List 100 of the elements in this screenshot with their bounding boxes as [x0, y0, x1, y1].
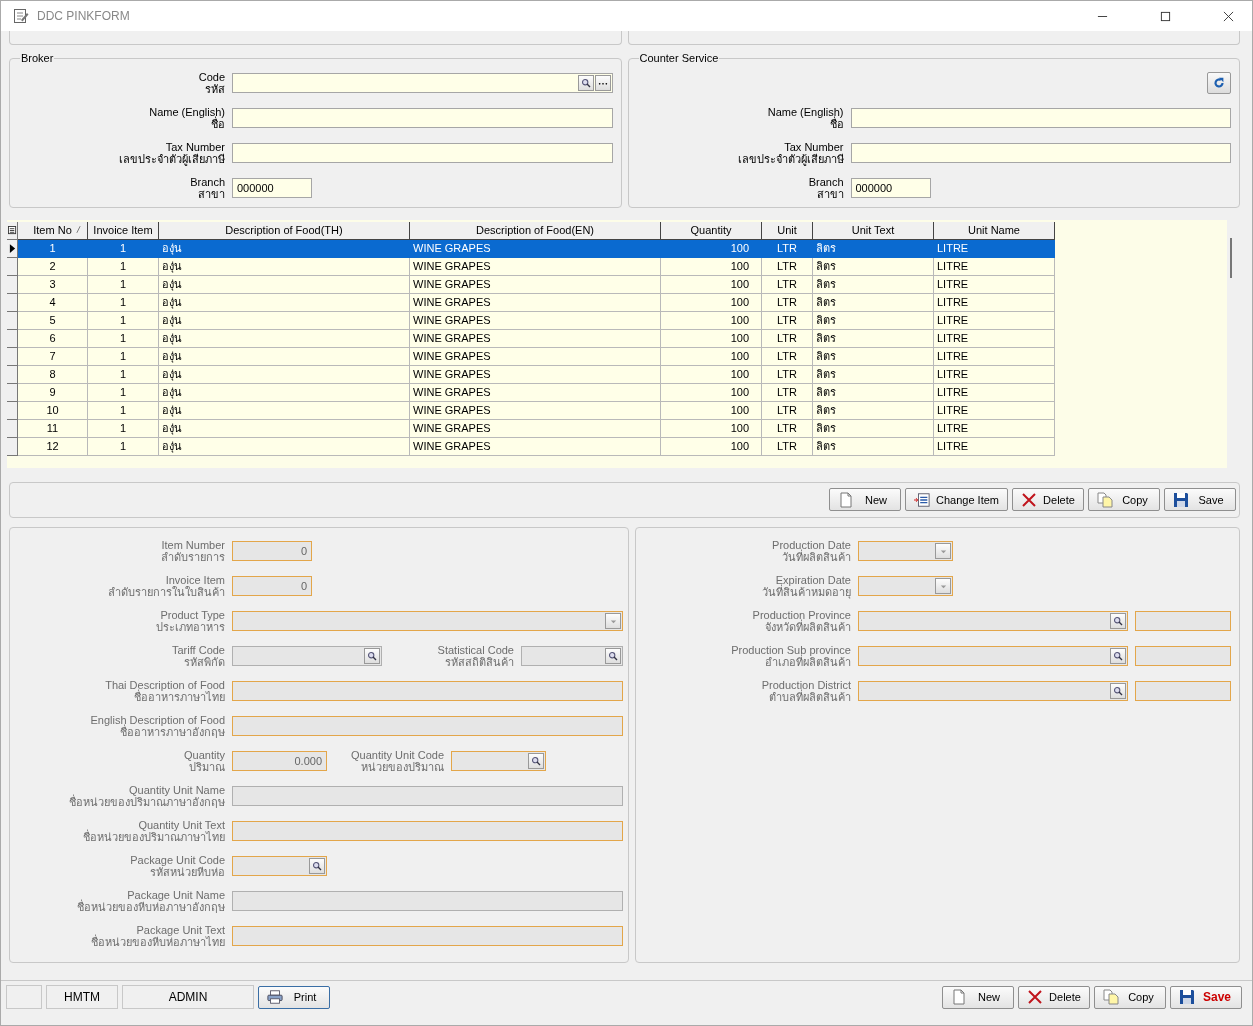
- input-field[interactable]: [1135, 681, 1231, 701]
- table-row[interactable]: 5 1 องุ่น WINE GRAPES 100 LTR ลิตร LITRE: [7, 312, 1227, 330]
- table-cell: ลิตร: [813, 402, 934, 420]
- row-header[interactable]: [7, 240, 18, 258]
- refresh-button[interactable]: [1207, 72, 1231, 94]
- table-cell: 100: [661, 276, 762, 294]
- input-field[interactable]: [1135, 646, 1231, 666]
- lookup-field[interactable]: [858, 611, 1128, 631]
- field-label: Name (English) ชื่อ: [766, 106, 844, 130]
- dropdown-field[interactable]: [232, 611, 623, 631]
- input-field[interactable]: [850, 108, 1231, 128]
- input-field[interactable]: 0.000: [232, 751, 327, 771]
- dropdown-button[interactable]: [605, 613, 621, 629]
- toolbar-button[interactable]: Delete: [1012, 488, 1084, 511]
- input-field[interactable]: [232, 926, 623, 946]
- toolbar-button[interactable]: New: [829, 488, 901, 511]
- column-header[interactable]: Item No: [18, 222, 88, 240]
- toolbar-button[interactable]: Delete: [1018, 985, 1090, 1009]
- table-row[interactable]: 2 1 องุ่น WINE GRAPES 100 LTR ลิตร LITRE: [7, 258, 1227, 276]
- table-row[interactable]: 9 1 องุ่น WINE GRAPES 100 LTR ลิตร LITRE: [7, 384, 1227, 402]
- column-header[interactable]: Description of Food(EN): [410, 222, 661, 240]
- field-label: Item Number ลำดับรายการ: [160, 539, 225, 563]
- table-cell: WINE GRAPES: [410, 294, 661, 312]
- column-header[interactable]: Invoice Item: [88, 222, 159, 240]
- input-field[interactable]: 000000: [232, 178, 312, 198]
- column-header[interactable]: Unit Text: [813, 222, 934, 240]
- toolbar-button[interactable]: Copy: [1094, 985, 1166, 1009]
- input-field[interactable]: 0: [232, 576, 312, 596]
- table-cell: องุ่น: [159, 402, 410, 420]
- lookup-field[interactable]: [232, 856, 327, 876]
- column-header[interactable]: Unit: [762, 222, 813, 240]
- table-cell: 10: [18, 402, 88, 420]
- search-button[interactable]: [1110, 683, 1126, 699]
- table-cell: ลิตร: [813, 438, 934, 456]
- dropdown-button[interactable]: [935, 543, 951, 559]
- search-button[interactable]: [309, 858, 325, 874]
- input-field[interactable]: [232, 786, 623, 806]
- dropdown-button[interactable]: [935, 578, 951, 594]
- grid-menu-icon[interactable]: [7, 226, 17, 235]
- close-icon[interactable]: [1223, 10, 1234, 22]
- status-cell: HMTM: [46, 985, 118, 1009]
- input-field[interactable]: 000000: [850, 178, 931, 198]
- table-row[interactable]: 12 1 องุ่น WINE GRAPES 100 LTR ลิตร LITRE: [7, 438, 1227, 456]
- lookup-field[interactable]: [858, 646, 1128, 666]
- table-row[interactable]: 7 1 องุ่น WINE GRAPES 100 LTR ลิตร LITRE: [7, 348, 1227, 366]
- print-button[interactable]: Print: [258, 985, 330, 1009]
- input-field[interactable]: [232, 143, 613, 163]
- column-header[interactable]: Quantity: [661, 222, 762, 240]
- search-button[interactable]: [577, 75, 594, 91]
- search-button[interactable]: [1110, 613, 1126, 629]
- column-header[interactable]: Description of Food(TH): [159, 222, 410, 240]
- table-cell: 2: [18, 258, 88, 276]
- search-button[interactable]: [528, 753, 544, 769]
- input-field[interactable]: [1135, 611, 1231, 631]
- more-button[interactable]: [594, 75, 611, 91]
- table-row[interactable]: 4 1 องุ่น WINE GRAPES 100 LTR ลิตร LITRE: [7, 294, 1227, 312]
- table-cell: ลิตร: [813, 366, 934, 384]
- table-cell: องุ่น: [159, 240, 410, 258]
- toolbar-button[interactable]: Copy: [1088, 488, 1160, 511]
- input-field[interactable]: [850, 143, 1231, 163]
- table-row[interactable]: 3 1 องุ่น WINE GRAPES 100 LTR ลิตร LITRE: [7, 276, 1227, 294]
- input-field[interactable]: [232, 891, 623, 911]
- table-row[interactable]: 8 1 องุ่น WINE GRAPES 100 LTR ลิตร LITRE: [7, 366, 1227, 384]
- maximize-icon[interactable]: [1160, 10, 1171, 22]
- lookup-field[interactable]: [232, 73, 613, 93]
- lookup-field[interactable]: [521, 646, 623, 666]
- scroll-thumb[interactable]: [1230, 238, 1232, 278]
- column-header[interactable]: Unit Name: [934, 222, 1055, 240]
- table-cell: องุ่น: [159, 348, 410, 366]
- input-field[interactable]: [232, 681, 623, 701]
- table-row[interactable]: 10 1 องุ่น WINE GRAPES 100 LTR ลิตร LITRE: [7, 402, 1227, 420]
- table-cell: 100: [661, 366, 762, 384]
- toolbar-button[interactable]: New: [942, 985, 1014, 1009]
- toolbar-button[interactable]: Save: [1170, 985, 1242, 1009]
- table-row[interactable]: 6 1 องุ่น WINE GRAPES 100 LTR ลิตร LITRE: [7, 330, 1227, 348]
- lookup-field[interactable]: [232, 646, 382, 666]
- dropdown-field[interactable]: [858, 541, 953, 561]
- table-cell: ลิตร: [813, 348, 934, 366]
- input-field[interactable]: [232, 108, 613, 128]
- table-cell: ลิตร: [813, 420, 934, 438]
- field-label: Package Unit Code รหัสหน่วยหีบห่อ: [129, 854, 225, 878]
- table-row[interactable]: 11 1 องุ่น WINE GRAPES 100 LTR ลิตร LITRE: [7, 420, 1227, 438]
- toolbar-button[interactable]: Save: [1164, 488, 1236, 511]
- input-field[interactable]: [232, 821, 623, 841]
- lookup-field[interactable]: [858, 681, 1128, 701]
- search-button[interactable]: [605, 648, 621, 664]
- input-field[interactable]: 0: [232, 541, 312, 561]
- search-button[interactable]: [1110, 648, 1126, 664]
- current-row-icon: [8, 243, 16, 254]
- search-button[interactable]: [364, 648, 380, 664]
- table-cell: WINE GRAPES: [410, 438, 661, 456]
- field-label: Quantity Unit Code หน่วยของปริมาณ: [350, 749, 444, 773]
- field-label: Tax Number เลขประจำตัวผู้เสียภาษี: [118, 141, 225, 165]
- input-field[interactable]: [232, 716, 623, 736]
- dropdown-field[interactable]: [858, 576, 953, 596]
- table-row[interactable]: 1 1 องุ่น WINE GRAPES 100 LTR ลิตร LITRE: [7, 240, 1227, 258]
- lookup-field[interactable]: [451, 751, 546, 771]
- field-label: Expiration Date วันที่สินค้าหมดอายุ: [761, 574, 851, 598]
- toolbar-button[interactable]: Change Item: [905, 488, 1008, 511]
- table-cell: LTR: [762, 312, 813, 330]
